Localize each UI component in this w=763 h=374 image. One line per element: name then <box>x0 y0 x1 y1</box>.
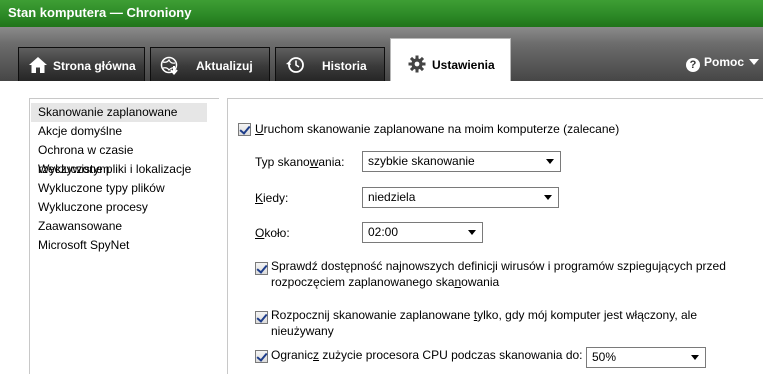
run-scheduled-scan-checkbox[interactable] <box>238 123 251 136</box>
when-value: niedziela <box>368 190 416 204</box>
tab-settings[interactable]: Ustawienia <box>390 38 511 82</box>
gear-icon <box>408 55 426 73</box>
tab-history-label: Historia <box>322 59 367 73</box>
chevron-down-icon <box>749 59 760 65</box>
home-icon <box>29 57 47 73</box>
limit-cpu-checkbox[interactable] <box>255 350 268 363</box>
idle-only-checkbox[interactable] <box>255 311 268 324</box>
sidebar-item-realtime-protection[interactable]: Ochrona w czasie rzeczywistym <box>31 141 207 176</box>
when-label: Kiedy: <box>255 191 289 205</box>
sidebar-item-spynet[interactable]: Microsoft SpyNet <box>31 236 207 255</box>
tab-settings-label: Ustawienia <box>432 58 495 72</box>
time-label: Około: <box>255 226 290 240</box>
check-definitions-checkbox[interactable] <box>255 262 268 275</box>
when-select[interactable]: niedziela <box>362 187 559 208</box>
tab-history[interactable]: Historia <box>275 47 385 81</box>
tab-update[interactable]: Aktualizuj <box>150 47 270 81</box>
scan-type-select[interactable]: szybkie skanowanie <box>362 151 561 172</box>
chevron-down-icon <box>691 355 699 360</box>
tab-update-label: Aktualizuj <box>196 59 253 73</box>
limit-cpu-label: Ogranicz zużycie procesora CPU podczas s… <box>271 348 583 362</box>
title-bar: Stan komputera — Chroniony <box>0 0 763 27</box>
scheduled-scan-panel: Uruchom skanowanie zaplanowane na moim k… <box>227 98 763 374</box>
tab-bar: Strona główna Aktualizuj Historia Ustawi… <box>0 27 763 82</box>
scan-type-value: szybkie skanowanie <box>368 154 475 168</box>
help-label: Pomoc <box>704 55 745 69</box>
time-select[interactable]: 02:00 <box>362 222 483 243</box>
sidebar-item-excluded-files[interactable]: Wykluczone pliki i lokalizacje <box>31 160 207 179</box>
sidebar-item-scheduled-scan[interactable]: Skanowanie zaplanowane <box>31 103 207 122</box>
sidebar-item-advanced[interactable]: Zaawansowane <box>31 217 207 236</box>
idle-only-label: Rozpocznij skanowanie zaplanowane tylko,… <box>271 308 698 338</box>
sidebar-item-excluded-processes[interactable]: Wykluczone procesy <box>31 198 207 217</box>
history-clock-icon <box>286 57 304 73</box>
cpu-limit-select[interactable]: 50% <box>586 347 706 368</box>
cpu-limit-value: 50% <box>592 350 617 364</box>
sidebar-item-default-actions[interactable]: Akcje domyślne <box>31 122 207 141</box>
tab-home-label: Strona główna <box>53 59 136 73</box>
window-title: Stan komputera — Chroniony <box>8 5 192 20</box>
check-definitions-label: Sprawdź dostępność najnowszych definicji… <box>271 259 726 289</box>
time-value: 02:00 <box>368 225 399 239</box>
tab-home[interactable]: Strona główna <box>18 47 145 81</box>
scan-type-label: Typ skanowania: <box>255 155 345 169</box>
settings-sidebar: Skanowanie zaplanowane Akcje domyślne Oc… <box>29 98 219 374</box>
help-menu[interactable]: ? Pomoc <box>686 55 760 72</box>
chevron-down-icon <box>546 159 554 164</box>
content-area: Skanowanie zaplanowane Akcje domyślne Oc… <box>0 81 763 374</box>
help-icon: ? <box>686 58 700 72</box>
sidebar-item-excluded-file-types[interactable]: Wykluczone typy plików <box>31 179 207 198</box>
chevron-down-icon <box>468 230 476 235</box>
run-scheduled-scan-label: Uruchom skanowanie zaplanowane na moim k… <box>255 122 620 136</box>
chevron-down-icon <box>544 195 552 200</box>
update-globe-icon <box>160 56 178 75</box>
